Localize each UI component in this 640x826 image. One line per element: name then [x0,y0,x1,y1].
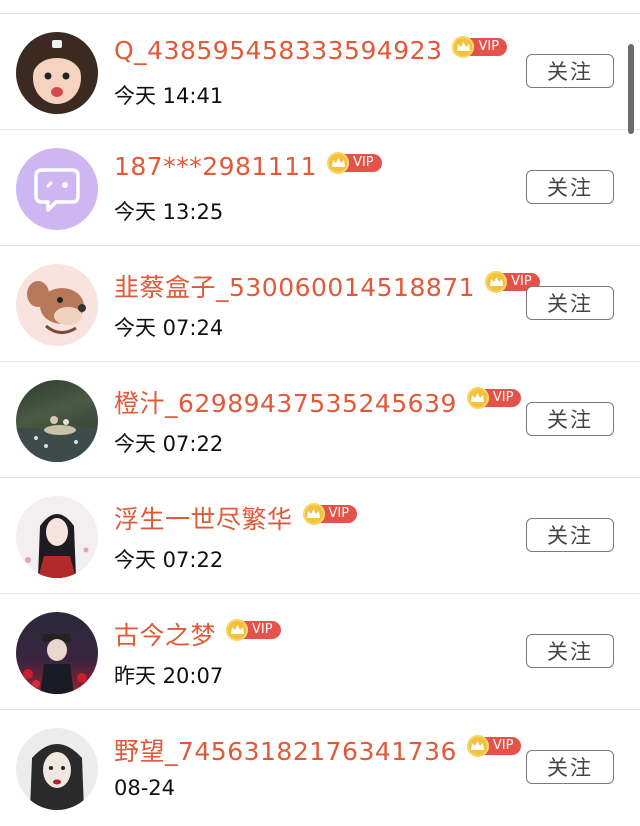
baby-face-icon [33,40,81,104]
list-item[interactable]: 野望_74563182176341736 VIP 08-24 关注 [0,710,640,826]
follow-button[interactable]: 关注 [526,750,614,784]
crown-icon [452,35,475,58]
follower-list: Q_438595458333594923 VIP 今天 14:41 关注 187… [0,14,640,826]
crown-icon [466,735,489,757]
avatar[interactable] [16,728,98,810]
follow-button[interactable]: 关注 [526,518,614,552]
timestamp: 今天 07:24 [114,316,224,340]
timestamp: 昨天 20:07 [114,664,224,688]
username[interactable]: Q_438595458333594923 [114,36,442,65]
anime-girl-icon [25,514,89,578]
list-item[interactable]: 浮生一世尽繁华 VIP 今天 07:22 关注 [0,478,640,594]
follow-button[interactable]: 关注 [526,402,614,436]
crown-icon [302,503,325,525]
list-item[interactable]: 橙汁_62989437535245639 VIP 今天 07:22 关注 [0,362,640,478]
crown-icon [327,151,350,174]
timestamp: 今天 13:25 [114,200,224,224]
follow-button[interactable]: 关注 [526,634,614,668]
avatar[interactable] [16,380,98,462]
follow-button[interactable]: 关注 [526,54,614,88]
painting-icon [16,416,98,462]
list-item[interactable]: 韭蔡盒子_530060014518871 VIP 今天 07:24 关注 [0,246,640,362]
username[interactable]: 野望_74563182176341736 [114,732,457,768]
anime-boy-icon [23,634,87,694]
list-item[interactable]: 古今之梦 VIP 昨天 20:07 关注 [0,594,640,710]
vip-badge: VIP [327,151,382,174]
list-item[interactable]: 187***2981111 VIP 今天 13:25 关注 [0,130,640,246]
scrollbar[interactable] [628,44,634,134]
avatar[interactable] [16,496,98,578]
vip-badge: VIP [466,387,522,409]
username[interactable]: 浮生一世尽繁华 [114,500,293,536]
username[interactable]: 橙汁_62989437535245639 [114,384,457,420]
timestamp: 今天 07:22 [114,432,224,456]
list-item[interactable]: Q_438595458333594923 VIP 今天 14:41 关注 [0,14,640,130]
crown-icon [485,271,508,293]
cartoon-mouse-icon [27,281,86,334]
portrait-girl-icon [30,744,84,810]
chat-bubble-icon [34,168,80,212]
username[interactable]: 古今之梦 [114,616,216,652]
avatar[interactable] [16,264,98,346]
avatar[interactable] [16,148,98,230]
timestamp: 今天 14:41 [114,84,224,108]
timestamp: 今天 07:22 [114,548,224,572]
crown-icon [466,387,489,409]
timestamp: 08-24 [114,776,176,800]
vip-badge: VIP [302,503,358,525]
crown-icon [226,619,249,641]
follow-button[interactable]: 关注 [526,170,614,204]
username[interactable]: 韭蔡盒子_530060014518871 [114,268,475,304]
vip-badge: VIP [466,735,522,757]
follow-button[interactable]: 关注 [526,286,614,320]
vip-badge: VIP [226,619,281,641]
username[interactable]: 187***2981111 [114,152,317,181]
vip-badge: VIP [452,35,508,58]
avatar[interactable] [16,32,98,114]
avatar[interactable] [16,612,98,694]
